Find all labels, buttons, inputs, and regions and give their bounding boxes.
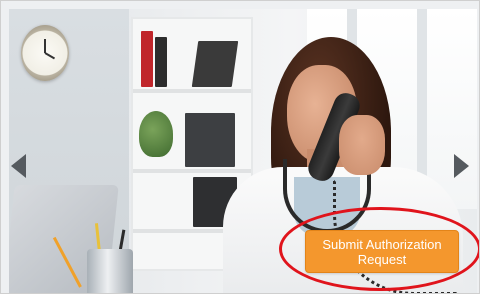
- image-slider: Submit Authorization Request: [0, 0, 480, 294]
- triangle-right-icon[interactable]: [454, 154, 469, 178]
- submit-authorization-request-button[interactable]: Submit Authorization Request: [305, 230, 459, 273]
- shelf-board: [133, 169, 251, 173]
- person-hand: [339, 115, 385, 175]
- binder: [191, 41, 239, 87]
- plant: [139, 111, 173, 157]
- cta-label: Submit Authorization Request: [322, 236, 442, 267]
- wall-clock-illustration: [21, 25, 69, 81]
- triangle-left-icon[interactable]: [11, 154, 26, 178]
- binder: [141, 31, 153, 87]
- pencil-cup: [87, 249, 133, 293]
- clock-hand: [44, 52, 56, 60]
- shelf-board: [133, 89, 251, 93]
- binder: [155, 37, 167, 87]
- binder: [185, 113, 235, 167]
